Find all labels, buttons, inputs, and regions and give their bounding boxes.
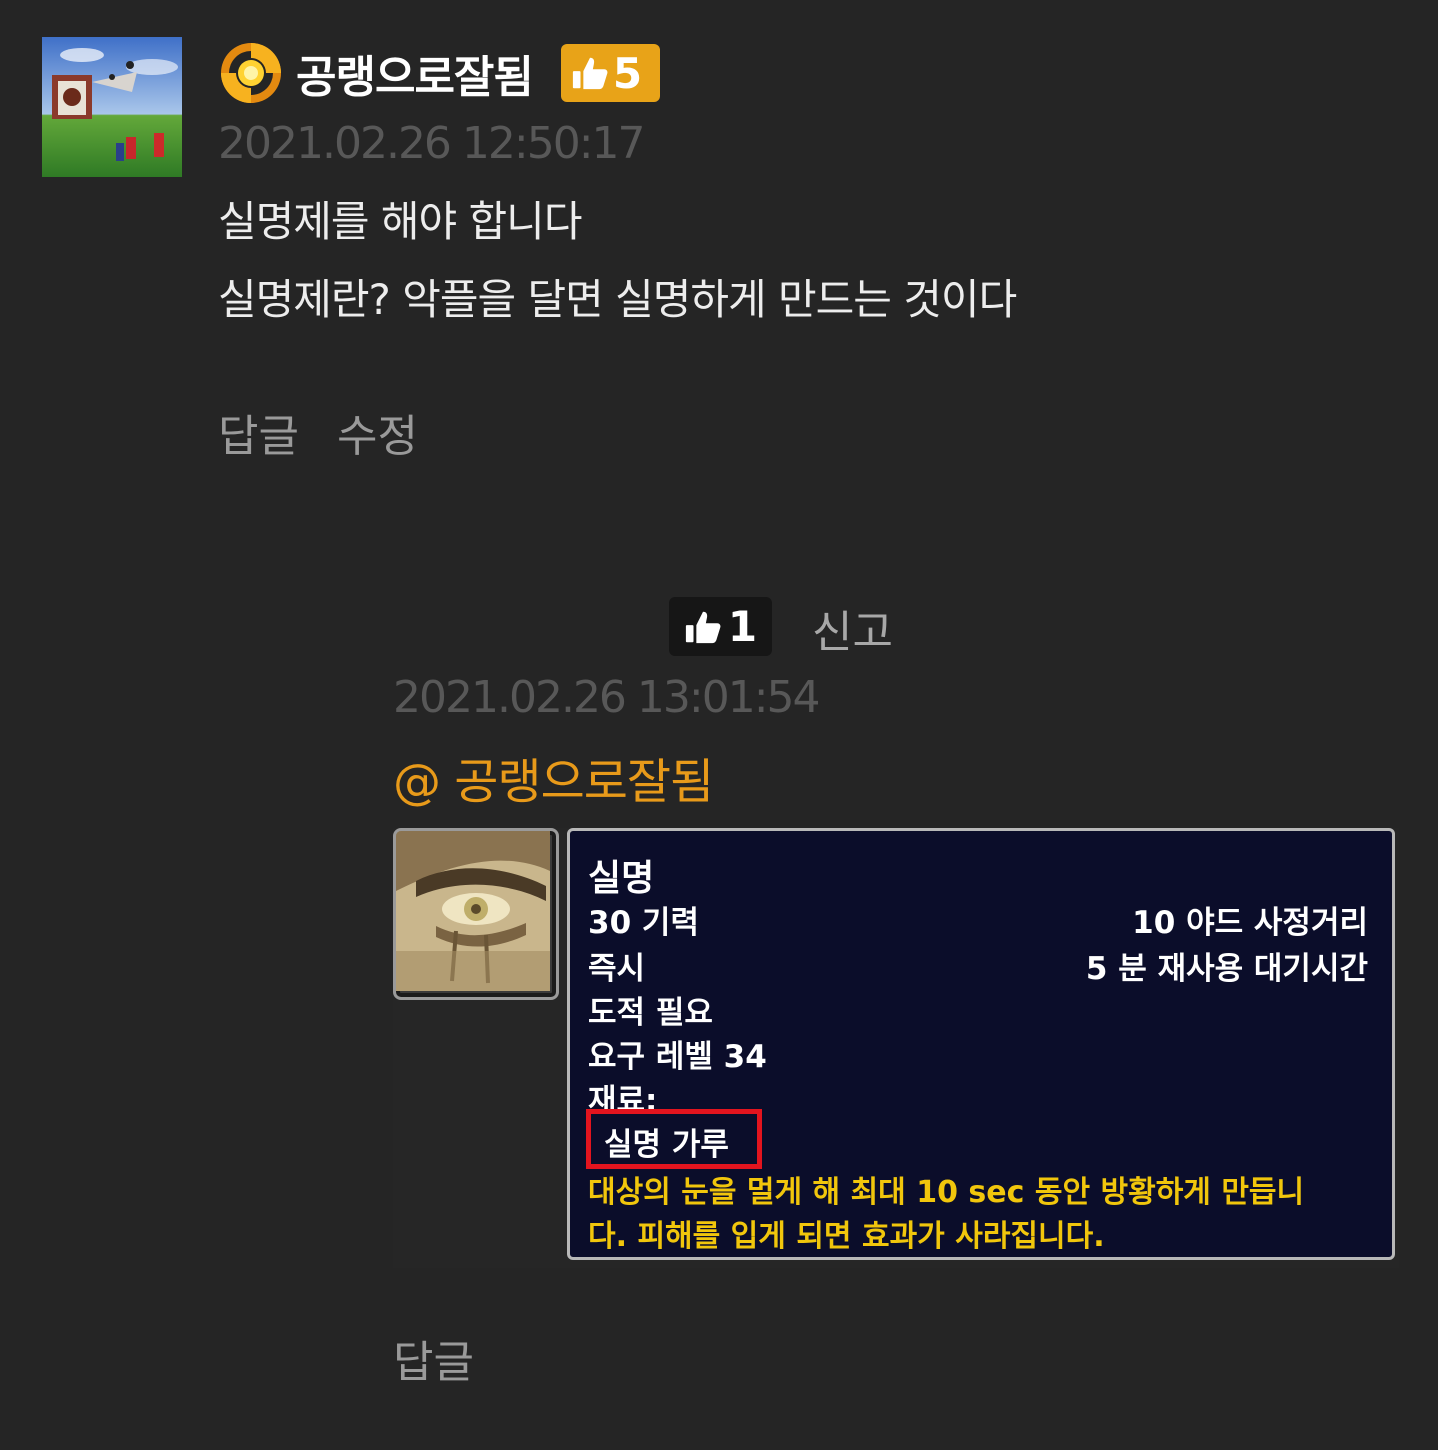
reply-like-count: 1 [727, 602, 758, 651]
spell-cast-time: 즉시 [588, 951, 646, 987]
report-button[interactable]: 신고 [812, 596, 893, 660]
avatar-image [42, 37, 182, 177]
comment-text-line: 실명제를 해야 합니다 [218, 197, 582, 246]
reply-button[interactable]: 답글 [218, 400, 299, 464]
comment-header: 공랭으로잘됨 5 [218, 40, 661, 106]
attached-image[interactable]: 실명 30 기력 10 야드 사정거리 즉시 5 분 재사용 대기시간 도적 필… [393, 828, 1399, 1268]
sun-swirl-icon [221, 43, 281, 103]
comment-timestamp: 2021.02.26 12:50:17 [218, 118, 646, 169]
author-name[interactable]: 공랭으로잘됨 [296, 41, 534, 105]
like-count: 5 [612, 48, 643, 98]
blind-eye-spell-icon [393, 828, 559, 1000]
thumbs-up-icon [572, 57, 608, 90]
comment-text-line: 실명제란? 악플을 달면 실명하게 만드는 것이다 [218, 275, 1017, 324]
spell-name: 실명 [588, 858, 655, 899]
spell-cooldown: 5 분 재사용 대기시간 [1085, 951, 1368, 987]
edit-button[interactable]: 수정 [337, 400, 418, 464]
reply-actions: 답글 [393, 1326, 474, 1390]
comment-actions: 답글 수정 [218, 400, 418, 464]
spell-description-line: 다. 피해를 입게 되면 효과가 사라집니다. [588, 1219, 1105, 1254]
reply-timestamp: 2021.02.26 13:01:54 [393, 672, 821, 723]
spell-description-line: 대상의 눈을 멀게 해 최대 10 sec 동안 방황하게 만듭니 [588, 1175, 1305, 1210]
reply-button[interactable]: 답글 [393, 1326, 474, 1390]
spell-range: 10 야드 사정거리 [1132, 905, 1368, 941]
avatar[interactable] [42, 37, 182, 177]
comment-page: 공랭으로잘됨 5 2021.02.26 12:50:17 실명제를 해야 합니다… [0, 0, 1438, 1450]
spell-tooltip: 실명 30 기력 10 야드 사정거리 즉시 5 분 재사용 대기시간 도적 필… [567, 828, 1395, 1260]
class-requirement: 도적 필요 [588, 995, 713, 1031]
level-requirement: 요구 레벨 34 [588, 1039, 767, 1075]
reagent-name: 실명 가루 [604, 1127, 729, 1163]
like-count-badge[interactable]: 5 [560, 44, 661, 102]
reply-like-button[interactable]: 1 [669, 597, 772, 656]
spell-cost: 30 기력 [588, 905, 699, 941]
thumbs-up-icon [685, 611, 721, 643]
mention-link[interactable]: @ 공랭으로잘됨 [393, 742, 714, 812]
